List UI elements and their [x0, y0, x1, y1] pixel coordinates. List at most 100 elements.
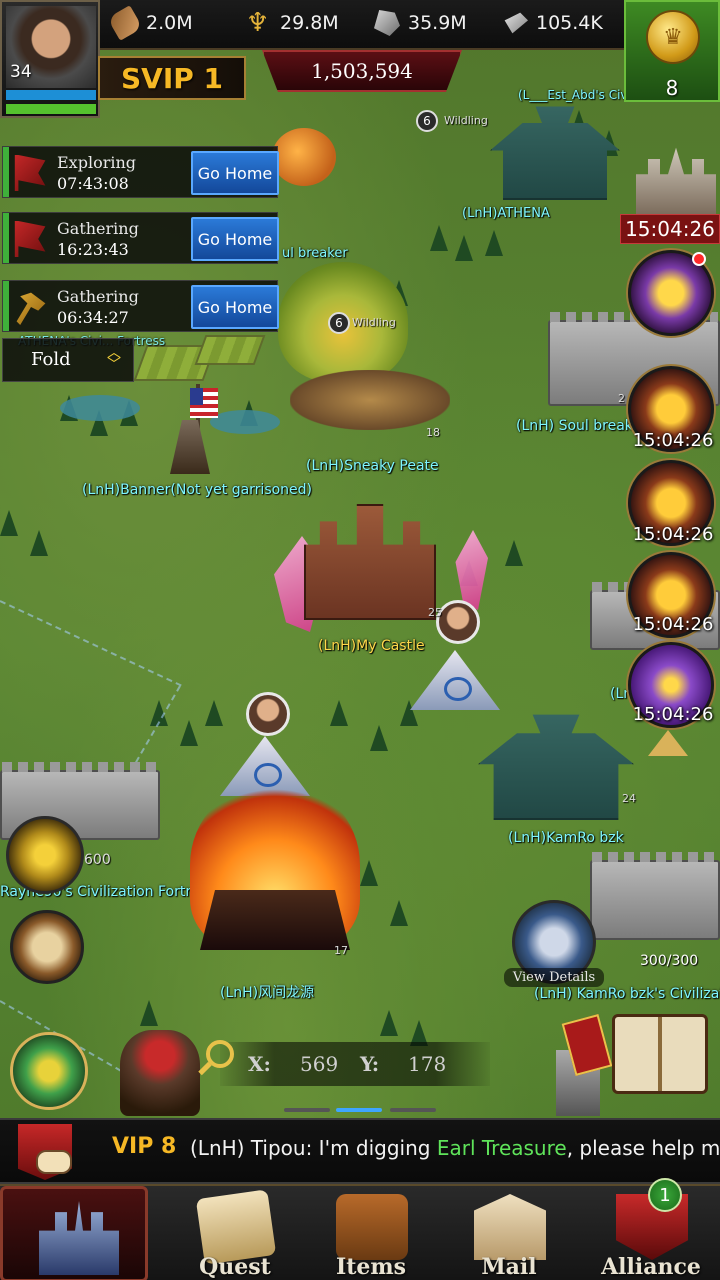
chat-message: (LnH) Tipou: I'm digging Earl Treasure, … — [190, 1136, 720, 1160]
kamro-pagoda[interactable] — [478, 714, 634, 820]
compass-icon[interactable] — [10, 1032, 88, 1110]
fold-label: Fold — [31, 349, 71, 370]
nav-home-castle[interactable] — [0, 1186, 148, 1280]
food-resource[interactable]: ♆ 29.8M — [246, 8, 339, 38]
chat-highlight[interactable]: Earl Treasure — [437, 1136, 567, 1160]
go-home-button[interactable]: Go Home — [191, 285, 279, 329]
bottom-navigation: Quest Items Mail Alliance — [0, 1184, 720, 1280]
level-17-badge: 17 — [334, 944, 348, 957]
svip-badge[interactable]: SVIP 1 — [98, 56, 246, 100]
page-indicator — [284, 1108, 436, 1114]
codex-book-icon[interactable] — [612, 1014, 708, 1094]
search-icon[interactable] — [206, 1040, 234, 1068]
banner-label: (LnH)Banner(Not yet garrisoned) — [82, 482, 313, 498]
tree — [330, 700, 348, 726]
page-dot-active — [336, 1108, 382, 1112]
fortress-capacity: 300/300 — [640, 953, 699, 969]
dragon-label: (LnH)风间龙源 — [220, 985, 315, 1001]
camp-tent[interactable] — [410, 650, 500, 710]
castle-icon — [39, 1201, 119, 1275]
fold-button[interactable]: Fold ︿ ﹀ — [2, 338, 134, 382]
wildling-label: Wildling — [444, 114, 488, 127]
my-castle[interactable] — [304, 504, 436, 620]
territory-border — [0, 600, 182, 687]
food-amount: 29.8M — [280, 12, 339, 34]
march-timer: 07:43:08 — [57, 174, 129, 193]
nav-quest[interactable]: Quest — [170, 1186, 300, 1280]
page-dot — [284, 1108, 330, 1112]
player-avatar-marker[interactable] — [436, 600, 480, 644]
wheat-icon: ♆ — [246, 8, 270, 38]
treasure-map-icon[interactable] — [10, 910, 84, 984]
march-status: Gathering — [57, 287, 139, 306]
tree — [390, 900, 408, 926]
civic-building[interactable] — [490, 106, 620, 200]
tree — [455, 235, 473, 261]
wood-amount: 2.0M — [146, 12, 193, 34]
flag-icon — [14, 155, 46, 191]
march-timer: 16:23:43 — [57, 240, 129, 259]
power-display[interactable]: 1,503,594 — [262, 50, 462, 92]
chat-suffix: , please help me — [566, 1136, 720, 1160]
pickaxe-icon — [16, 292, 46, 325]
backpack-icon — [336, 1194, 408, 1260]
resource-bar: 2.0M ♆ 29.8M 35.9M 105.4K — [0, 0, 720, 50]
coord-x-value: 569 — [300, 1052, 339, 1076]
level-25-badge: 25 — [428, 606, 442, 619]
level-24-badge: 24 — [622, 792, 636, 805]
iron-resource[interactable]: 105.4K — [502, 8, 603, 38]
tree — [0, 510, 18, 536]
pumpkin-decoration — [272, 128, 336, 186]
marching-commander-avatar[interactable] — [246, 692, 290, 736]
kamro-label: (LnH)KamRo bzk — [508, 830, 624, 846]
fortress-600-count: 600 — [84, 852, 111, 868]
sneaky-peate-label: (LnH)Sneaky Peate — [306, 458, 439, 474]
view-details-label[interactable]: View Details — [504, 968, 604, 987]
nav-items-label: Items — [335, 1254, 407, 1280]
crossed-swords-icon[interactable] — [6, 816, 84, 894]
farm-field[interactable] — [194, 335, 266, 365]
gold-store-button[interactable]: ♛ 8 — [624, 0, 720, 102]
chat-vip-badge: VIP 8 — [112, 1134, 177, 1159]
experience-bar — [6, 104, 96, 114]
civic-label: (L___Est_Abd's Civi — [518, 88, 631, 102]
tree — [370, 725, 388, 751]
fortress-count: 2 — [618, 392, 625, 405]
nav-mail-label: Mail — [481, 1254, 537, 1280]
wildling-level-badge: 6 — [328, 312, 350, 334]
coord-y-value: 178 — [408, 1052, 447, 1076]
tree — [180, 720, 198, 746]
march-timer: 06:34:27 — [57, 308, 129, 327]
chat-bar[interactable]: VIP 8 (LnH) Tipou: I'm digging Earl Trea… — [0, 1118, 720, 1184]
stamina-bar — [6, 90, 96, 100]
soul-breaker-top-label: ul breaker — [282, 246, 348, 261]
collapse-up-arrow-icon[interactable] — [648, 730, 688, 756]
go-home-button[interactable]: Go Home — [191, 217, 279, 261]
nav-items[interactable]: Items — [306, 1186, 436, 1280]
march-row-gathering: Gathering 16:23:43 Go Home — [2, 212, 279, 264]
envelope-icon — [474, 1194, 546, 1260]
go-home-button[interactable]: Go Home — [191, 151, 279, 195]
player-avatar[interactable]: 34 — [0, 0, 100, 118]
page-dot — [390, 1108, 436, 1112]
nav-mail[interactable]: Mail — [444, 1186, 574, 1280]
wood-resource[interactable]: 2.0M — [107, 5, 193, 41]
march-status: Exploring — [57, 153, 137, 172]
tree — [30, 530, 48, 556]
coordinate-display[interactable]: X: 569 Y: 178 — [220, 1042, 490, 1086]
athena-label: (LnH)ATHENA — [462, 206, 550, 221]
iron-amount: 105.4K — [536, 12, 603, 34]
wildling-mid-label: Wildling — [352, 316, 396, 329]
stone-resource[interactable]: 35.9M — [374, 8, 467, 38]
alliance-notification-badge: 1 — [648, 1178, 682, 1212]
chevron-collapse-icon: ︿ ﹀ — [107, 345, 121, 373]
speech-bubble-icon — [36, 1150, 72, 1174]
banner-tower[interactable] — [170, 420, 210, 474]
kamro-civilization-fortress[interactable] — [590, 852, 720, 940]
coord-y-label: Y: — [360, 1052, 380, 1076]
usa-flag[interactable] — [190, 388, 218, 418]
pink-crystal — [455, 530, 488, 610]
gold-coin-icon: ♛ — [646, 10, 700, 64]
march-status-strip — [3, 147, 9, 197]
march-status-strip — [3, 213, 9, 263]
